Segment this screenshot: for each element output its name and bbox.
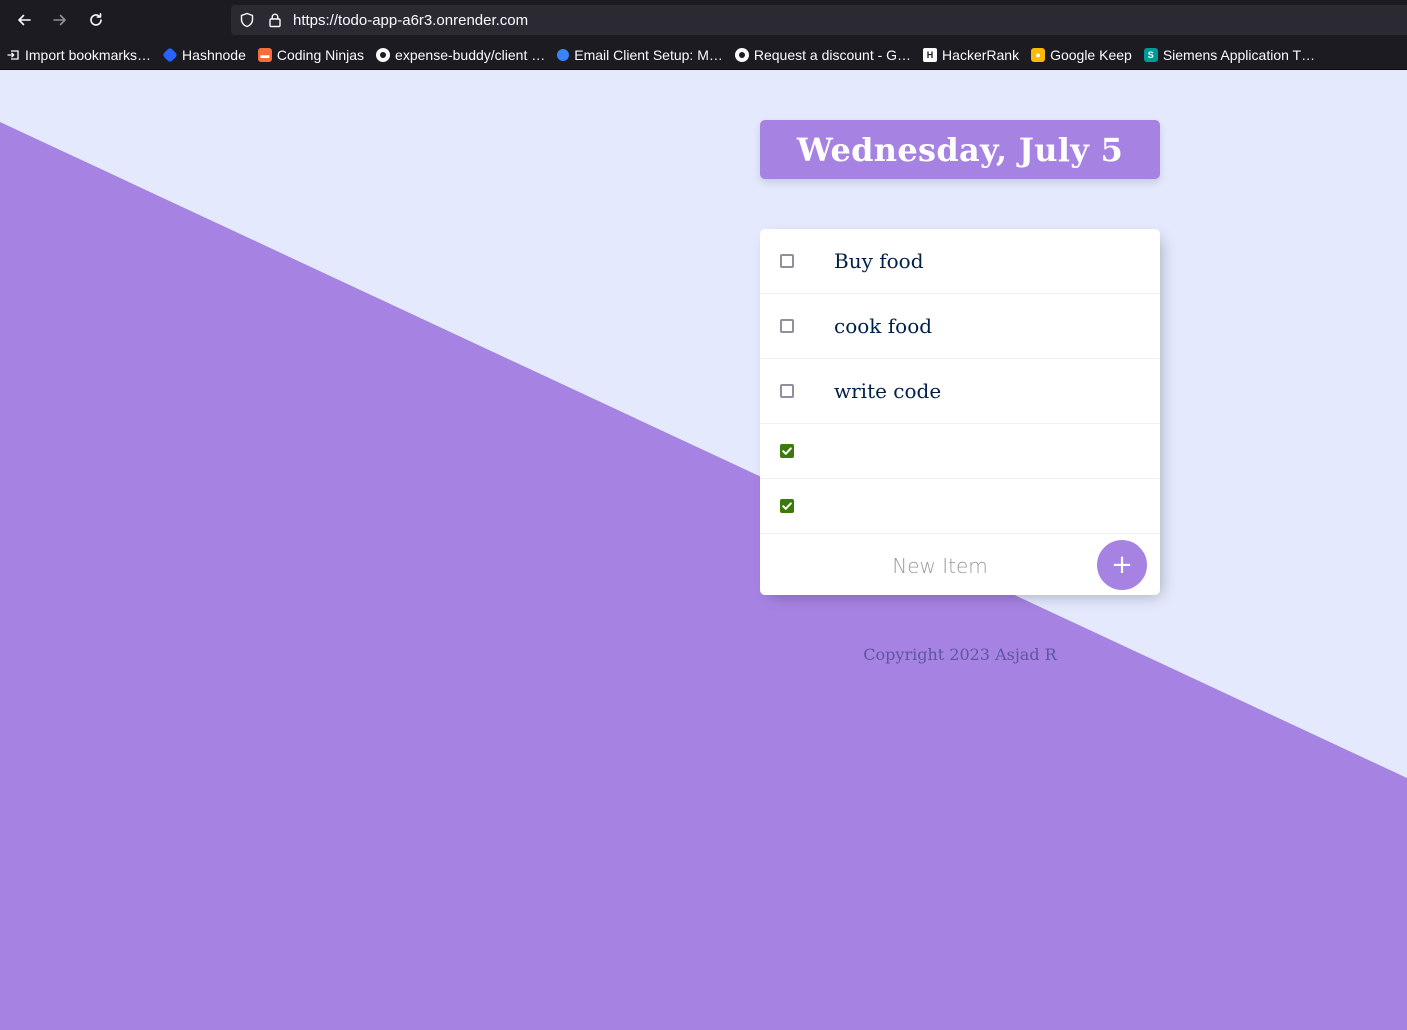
shield-icon[interactable] (239, 12, 255, 28)
bookmark-coding-ninjas[interactable]: ▬ Coding Ninjas (252, 43, 370, 67)
lock-icon[interactable] (267, 12, 283, 28)
list-item: Buy food (760, 229, 1160, 294)
arrow-right-icon (53, 14, 66, 26)
bookmark-hashnode[interactable]: Hashnode (157, 43, 252, 67)
bookmark-label: Hashnode (182, 46, 246, 63)
bookmark-siemens[interactable]: S Siemens Application T… (1138, 43, 1321, 67)
back-button[interactable] (12, 8, 36, 32)
import-icon (6, 48, 20, 62)
coding-ninjas-icon: ▬ (257, 47, 272, 62)
list-item: write code (760, 359, 1160, 424)
item-text: write code (834, 379, 942, 403)
date-heading-box: Wednesday, July 5 (760, 120, 1160, 179)
new-item-input[interactable] (780, 542, 1100, 590)
list-item: cook food (760, 294, 1160, 359)
bookmark-email-client[interactable]: Email Client Setup: M… (551, 43, 729, 67)
reload-icon (90, 13, 102, 26)
checkmark-icon (782, 502, 792, 510)
background-wedge (0, 122, 1407, 1030)
footer-copyright: Copyright 2023 Asjad R (863, 645, 1057, 664)
list-item (760, 424, 1160, 479)
item-checkbox-checked[interactable] (780, 499, 794, 513)
bookmark-request-discount[interactable]: Request a discount - G… (729, 43, 917, 67)
globe-icon (557, 48, 570, 61)
browser-toolbar: https://todo-app-a6r3.onrender.com (0, 0, 1407, 40)
arrow-left-icon (18, 14, 31, 26)
list-item (760, 479, 1160, 534)
address-bar[interactable]: https://todo-app-a6r3.onrender.com (231, 5, 1407, 35)
bookmark-label: Google Keep (1050, 46, 1132, 63)
github-icon (376, 47, 391, 62)
bookmark-label: Import bookmarks… (25, 46, 152, 63)
bookmark-import[interactable]: Import bookmarks… (0, 43, 157, 67)
url-text[interactable]: https://todo-app-a6r3.onrender.com (293, 12, 528, 29)
forward-button[interactable] (48, 8, 72, 32)
checkmark-icon (782, 447, 792, 455)
hashnode-icon (162, 46, 178, 63)
bookmark-label: expense-buddy/client … (395, 46, 546, 63)
todo-list: Buy food cook food write code + (760, 229, 1160, 595)
bookmark-label: Email Client Setup: M… (574, 46, 723, 63)
bookmark-label: Request a discount - G… (753, 46, 912, 63)
siemens-icon: S (1143, 47, 1158, 62)
hackerrank-icon: H (923, 47, 938, 62)
github-icon (734, 47, 749, 62)
page-title: Wednesday, July 5 (796, 130, 1124, 169)
bookmark-google-keep[interactable]: ● Google Keep (1025, 43, 1138, 67)
page-content: Wednesday, July 5 Buy food cook food wri… (0, 70, 1407, 1030)
bookmark-label: HackerRank (942, 46, 1020, 63)
google-keep-icon: ● (1031, 47, 1046, 62)
new-item-form: + (760, 534, 1160, 596)
bookmark-label: Coding Ninjas (276, 46, 365, 63)
bookmarks-bar: Import bookmarks… Hashnode ▬ Coding Ninj… (0, 40, 1407, 70)
bookmark-expense-buddy[interactable]: expense-buddy/client … (370, 43, 551, 67)
item-text: cook food (834, 314, 933, 338)
item-checkbox[interactable] (780, 254, 794, 268)
bookmark-hackerrank[interactable]: H HackerRank (917, 43, 1025, 67)
bookmark-label: Siemens Application T… (1162, 46, 1316, 63)
item-checkbox-checked[interactable] (780, 444, 794, 458)
reload-button[interactable] (84, 8, 108, 32)
item-checkbox[interactable] (780, 319, 794, 333)
item-text: Buy food (834, 249, 924, 273)
add-item-button[interactable]: + (1097, 540, 1147, 590)
browser-chrome: https://todo-app-a6r3.onrender.com Impor… (0, 0, 1407, 70)
item-checkbox[interactable] (780, 384, 794, 398)
